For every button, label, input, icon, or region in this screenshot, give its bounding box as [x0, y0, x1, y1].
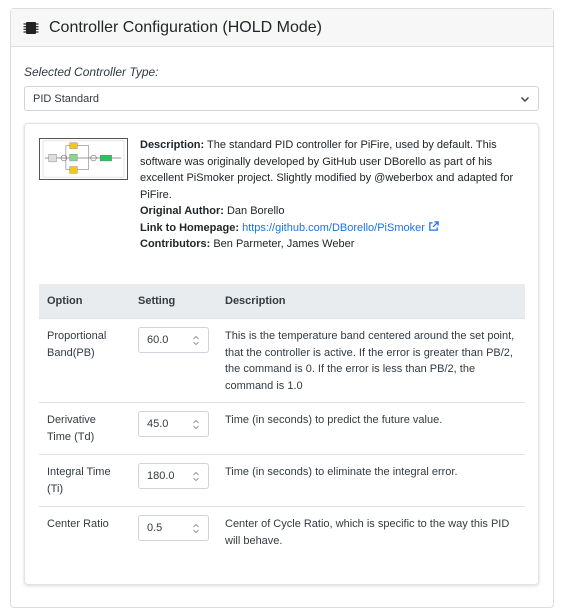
- table-header-row: Option Setting Description: [39, 283, 525, 319]
- column-header-description: Description: [217, 283, 525, 319]
- option-name: Integral Time (Ti): [39, 454, 130, 507]
- column-header-option: Option: [39, 283, 130, 319]
- contributors-value: Ben Parmeter, James Weber: [213, 238, 355, 250]
- chip-icon: [23, 21, 39, 34]
- spinner-arrows-icon[interactable]: [192, 419, 200, 430]
- card-header: Controller Configuration (HOLD Mode): [11, 9, 553, 47]
- controller-type-value: PID Standard: [33, 92, 100, 105]
- chevron-down-icon: [520, 96, 530, 102]
- ti-number-input[interactable]: 180.0: [138, 463, 209, 489]
- homepage-link[interactable]: https://github.com/DBorello/PiSmoker: [242, 222, 425, 234]
- description-label: Description:: [140, 139, 205, 151]
- author-label: Original Author:: [140, 205, 224, 217]
- page-title: Controller Configuration (HOLD Mode): [49, 18, 322, 36]
- spinner-arrows-icon[interactable]: [192, 523, 200, 534]
- spinner-arrows-icon[interactable]: [192, 335, 200, 346]
- table-row: Proportional Band(PB) 60.0 This is the t…: [39, 318, 525, 403]
- table-row: Derivative Time (Td) 45.0 Time (in secon…: [39, 402, 525, 455]
- option-description: Center of Cycle Ratio, which is specific…: [225, 518, 510, 547]
- card-body: Selected Controller Type: PID Standard D…: [11, 47, 553, 585]
- pid-diagram-thumbnail: [39, 138, 128, 180]
- option-description: Time (in seconds) to predict the future …: [217, 402, 525, 455]
- td-number-input[interactable]: 45.0: [138, 411, 209, 437]
- option-name: Center Ratio: [47, 518, 109, 530]
- table-row: Integral Time (Ti) 180.0 Time (in second…: [39, 454, 525, 507]
- center-ratio-value: 0.5: [147, 521, 163, 534]
- controller-settings-table: Option Setting Description Proportional …: [39, 283, 525, 558]
- table-row: Center Ratio 0.5 Center of Cycle Ratio, …: [39, 507, 525, 558]
- controller-description: Description: The standard PID controller…: [140, 137, 524, 253]
- controller-info-card: Description: The standard PID controller…: [24, 123, 539, 585]
- spinner-arrows-icon[interactable]: [192, 471, 200, 482]
- external-link-icon[interactable]: [428, 220, 439, 232]
- controller-type-label: Selected Controller Type:: [24, 65, 159, 79]
- controller-description-row: Description: The standard PID controller…: [39, 137, 524, 253]
- homepage-label: Link to Homepage:: [140, 221, 240, 234]
- author-value: Dan Borello: [226, 205, 285, 217]
- td-value: 45.0: [147, 417, 169, 430]
- controller-type-select[interactable]: PID Standard: [24, 86, 539, 111]
- controller-config-card: Controller Configuration (HOLD Mode) Sel…: [10, 8, 554, 608]
- pb-value: 60.0: [147, 333, 169, 346]
- pb-number-input[interactable]: 60.0: [138, 327, 209, 353]
- option-description: Time (in seconds) to eliminate the integ…: [217, 454, 525, 507]
- option-name: Proportional Band(PB): [39, 318, 130, 403]
- contributors-label: Contributors:: [140, 238, 211, 250]
- ti-value: 180.0: [147, 469, 175, 482]
- column-header-setting: Setting: [130, 283, 217, 319]
- option-name: Derivative Time (Td): [39, 402, 130, 455]
- center-ratio-number-input[interactable]: 0.5: [138, 515, 209, 541]
- option-description: This is the temperature band centered ar…: [217, 318, 525, 403]
